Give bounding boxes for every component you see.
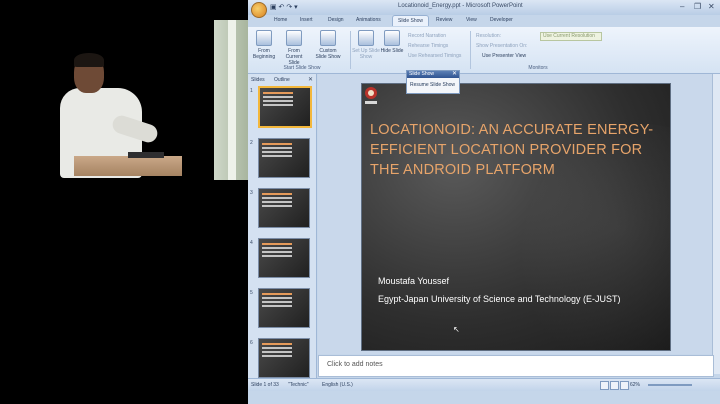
custom-slide-show-button[interactable]: Custom Slide Show [314, 30, 342, 60]
slide-counter: Slide 1 of 33 [251, 382, 279, 388]
slide-thumbnail-5[interactable] [258, 288, 310, 328]
ribbon: From Beginning From Current Slide Custom… [248, 27, 720, 74]
language-indicator[interactable]: English (U.S.) [322, 382, 353, 388]
hide-slide-button[interactable]: Hide Slide [378, 30, 406, 54]
tab-view[interactable]: View [466, 17, 477, 23]
close-icon[interactable]: ✕ [452, 70, 457, 77]
ribbon-tabs: Home Insert Design Animations Slide Show… [248, 15, 720, 27]
thumbnail-number: 2 [250, 140, 253, 146]
slide-thumbnail-2[interactable] [258, 138, 310, 178]
rehearse-timings-button[interactable]: Rehearse Timings [408, 43, 448, 49]
ejust-logo-icon [365, 87, 377, 104]
slide-author[interactable]: Moustafa Youssef [378, 276, 449, 286]
set-up-slide-show-button[interactable]: Set Up Slide Show [352, 30, 380, 60]
tab-insert[interactable]: Insert [300, 17, 313, 23]
tab-developer[interactable]: Developer [490, 17, 513, 23]
notes-pane[interactable]: Click to add notes [318, 355, 714, 377]
thumbnail-number: 5 [250, 290, 253, 296]
screen: ▣ ↶ ↷ ▾ Locationoid_Energy.ppt - Microso… [0, 0, 720, 404]
status-bar: Slide 1 of 33 "Technic" English (U.S.) 6… [248, 378, 720, 391]
zoom-slider[interactable] [648, 384, 692, 386]
window-title: Locationoid_Energy.ppt - Microsoft Power… [398, 3, 523, 9]
tab-animations[interactable]: Animations [356, 17, 381, 23]
from-beginning-button[interactable]: From Beginning [250, 30, 278, 60]
maximize-button[interactable]: ❐ [694, 2, 701, 11]
setup-icon [358, 30, 374, 46]
mouse-cursor-icon: ↖ [453, 325, 460, 334]
zoom-level[interactable]: 62% [630, 382, 640, 388]
tab-design[interactable]: Design [328, 17, 344, 23]
slide-thumbnail-6[interactable] [258, 338, 310, 378]
thumbnail-number: 6 [250, 340, 253, 346]
notes-placeholder: Click to add notes [327, 361, 383, 368]
close-button[interactable]: ✕ [708, 2, 715, 11]
hide-slide-icon [384, 30, 400, 46]
slide-show-floating-toolbar: Slide Show ✕ Resume Slide Show [406, 70, 460, 94]
quick-access-toolbar[interactable]: ▣ ↶ ↷ ▾ [270, 3, 298, 11]
show-presentation-on-label: Show Presentation On: [476, 43, 528, 49]
slide-title[interactable]: Locationoid: An Accurate Energy-Efficien… [370, 120, 662, 180]
title-bar: ▣ ↶ ↷ ▾ Locationoid_Energy.ppt - Microso… [248, 0, 720, 18]
floating-toolbar-header: Slide Show ✕ [407, 71, 459, 78]
tab-home[interactable]: Home [274, 17, 287, 23]
vertical-scrollbar[interactable] [712, 74, 720, 374]
thumbnail-number: 1 [250, 88, 253, 94]
start-slide-show-group-label: Start Slide Show [283, 65, 321, 71]
from-current-slide-button[interactable]: From Current Slide [280, 30, 308, 66]
tab-slides[interactable]: Slides [251, 77, 265, 83]
close-icon[interactable]: ✕ [308, 76, 313, 83]
normal-view-icon[interactable] [600, 381, 609, 390]
monitors-group-label: Monitors [528, 65, 548, 71]
custom-show-icon [320, 30, 336, 46]
background-pole [228, 20, 236, 180]
play-current-icon [286, 30, 302, 46]
record-narration-button[interactable]: Record Narration [408, 33, 446, 39]
laptop [128, 152, 164, 158]
play-icon [256, 30, 272, 46]
speaker-hair [74, 53, 104, 67]
minimize-button[interactable]: – [680, 2, 684, 11]
slide-sorter-view-icon[interactable] [610, 381, 619, 390]
theme-name: "Technic" [288, 382, 309, 388]
thumbnail-number: 3 [250, 190, 253, 196]
use-presenter-view-checkbox[interactable]: Use Presenter View [482, 53, 526, 59]
resolution-label: Resolution: [476, 33, 502, 39]
powerpoint-window: ▣ ↶ ↷ ▾ Locationoid_Energy.ppt - Microso… [248, 0, 720, 404]
slide-thumbnail-3[interactable] [258, 188, 310, 228]
resolution-dropdown[interactable]: Use Current Resolution [540, 32, 602, 41]
tab-outline[interactable]: Outline [274, 77, 290, 83]
slide-thumbnail-4[interactable] [258, 238, 310, 278]
tab-slide-show[interactable]: Slide Show [392, 15, 430, 26]
use-rehearsed-timings-checkbox[interactable]: Use Rehearsed Timings [408, 53, 461, 59]
ribbon-separator [470, 31, 471, 69]
thumbnail-number: 4 [250, 240, 253, 246]
speaker-video [0, 0, 248, 404]
ribbon-separator [350, 31, 351, 69]
tab-review[interactable]: Review [436, 17, 452, 23]
slide-canvas[interactable]: Locationoid: An Accurate Energy-Efficien… [362, 84, 670, 350]
slides-pane: Slides Outline ✕ 1 2 3 4 5 6 [248, 74, 317, 380]
slide-thumbnail-1[interactable] [258, 86, 312, 128]
podium [74, 156, 182, 176]
resume-slide-show-button[interactable]: Resume Slide Show [410, 82, 455, 88]
slide-affiliation[interactable]: Egypt-Japan University of Science and Te… [378, 294, 620, 304]
slide-show-view-icon[interactable] [620, 381, 629, 390]
